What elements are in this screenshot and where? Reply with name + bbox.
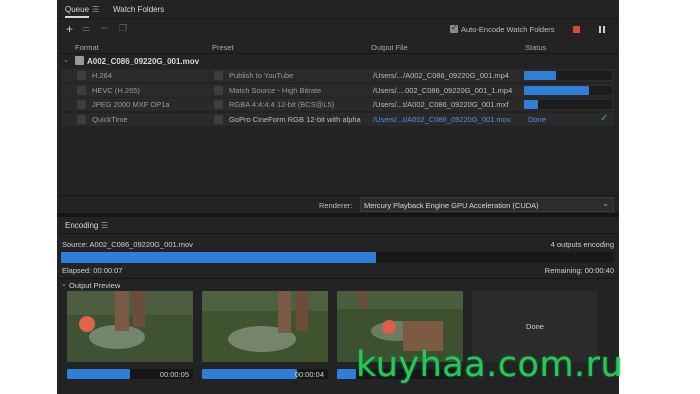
remove-icon[interactable]: − xyxy=(101,21,108,35)
preset-settings-icon[interactable]: ⚌ xyxy=(82,23,90,34)
encoding-divider xyxy=(57,233,619,234)
preview-progress-fill xyxy=(202,369,297,379)
auto-encode-checkbox[interactable]: ✓ xyxy=(450,23,458,33)
output-format[interactable]: H.264 xyxy=(92,71,112,80)
encoding-progress-track xyxy=(61,252,613,263)
column-output-file[interactable]: Output File xyxy=(371,43,408,52)
column-preset[interactable]: Preset xyxy=(212,43,234,52)
status-done: Done xyxy=(528,115,546,124)
output-file-path-link[interactable]: /Users/...t/A002_C086_09220G_001.mov xyxy=(373,115,511,124)
chevron-down-icon[interactable]: ⌄ xyxy=(61,280,67,288)
header-divider xyxy=(57,53,619,54)
add-icon[interactable]: + xyxy=(66,22,73,36)
done-checkmark-icon: ✓ xyxy=(600,113,609,124)
watermark: kuyhaa.com.ru xyxy=(356,345,624,385)
status-progress-track xyxy=(524,100,612,109)
remaining-time: Remaining: 00:00:40 xyxy=(544,266,614,275)
preview-time: 00:00:04 xyxy=(294,370,324,379)
encoding-source: Source: A002_C086_09220G_001.mov xyxy=(62,240,193,249)
preview-time: 00:00:05 xyxy=(159,370,189,379)
preset-dropdown-toggle[interactable] xyxy=(214,100,223,109)
output-preset[interactable]: GoPro CineForm RGB 12-bit with alpha xyxy=(229,115,361,124)
output-row[interactable]: QuickTime GoPro CineForm RGB 12-bit with… xyxy=(62,113,614,126)
column-format[interactable]: Format xyxy=(75,43,99,52)
output-preset[interactable]: Match Source - High Bitrate xyxy=(229,86,321,95)
preview-progress: 00:00:04 xyxy=(202,369,328,379)
encoding-title[interactable]: Encoding xyxy=(65,221,98,230)
output-preset[interactable]: RGBA 4:4:4:4 12-bit (BCS@L5) xyxy=(229,100,334,109)
encoding-menu-icon[interactable]: ☰ xyxy=(101,221,108,230)
output-preview-label[interactable]: Output Preview xyxy=(69,281,120,290)
output-file-path[interactable]: /Users/.../A002_C086_09220G_001.mp4 xyxy=(373,71,509,80)
preview-divider xyxy=(57,278,619,279)
video-file-icon xyxy=(75,56,84,65)
output-row[interactable]: JPEG 2000 MXF OP1a RGBA 4:4:4:4 12-bit (… xyxy=(62,98,614,111)
preview-thumbnail xyxy=(202,291,328,362)
stop-button[interactable] xyxy=(573,26,580,33)
output-format[interactable]: HEVC (H.265) xyxy=(92,86,140,95)
renderer-label: Renderer: xyxy=(319,201,353,210)
preset-dropdown-toggle[interactable] xyxy=(214,115,223,124)
tab-divider xyxy=(57,18,619,19)
output-file-path[interactable]: /Users/...t/A002_C086_09220G_001.mxf xyxy=(373,100,509,109)
renderer-value: Mercury Playback Engine GPU Acceleration… xyxy=(364,201,539,210)
preview-image xyxy=(202,291,328,362)
preview-image xyxy=(67,291,193,362)
status-progress-bar xyxy=(524,86,590,95)
output-row[interactable]: HEVC (H.265) Match Source - High Bitrate… xyxy=(62,84,614,97)
format-dropdown-toggle[interactable] xyxy=(77,86,86,95)
format-dropdown-toggle[interactable] xyxy=(77,115,86,124)
preset-dropdown-toggle[interactable] xyxy=(214,86,223,95)
tab-watch-folders[interactable]: Watch Folders xyxy=(113,5,164,14)
preview-progress-fill xyxy=(337,369,356,379)
output-format[interactable]: JPEG 2000 MXF OP1a xyxy=(92,100,170,109)
elapsed-time: Elapsed: 00:00:07 xyxy=(62,266,123,275)
chevron-down-icon[interactable]: ⌄ xyxy=(63,56,69,64)
pause-button[interactable] xyxy=(599,26,601,33)
status-progress-bar xyxy=(524,71,556,80)
renderer-divider xyxy=(57,195,619,196)
chevron-down-icon: ⌄ xyxy=(602,199,609,208)
preview-done-label: Done xyxy=(526,322,544,331)
renderer-select[interactable]: Mercury Playback Engine GPU Acceleration… xyxy=(360,197,614,212)
queue-menu-icon[interactable]: ☰ xyxy=(92,5,99,14)
encoding-output-count: 4 outputs encoding xyxy=(550,240,614,249)
output-file-path[interactable]: /Users/....002_C086_09220G_001_1.mp4 xyxy=(373,86,512,95)
status-progress-track xyxy=(524,71,612,80)
preview-progress: 00:00:05 xyxy=(67,369,193,379)
preset-dropdown-toggle[interactable] xyxy=(214,71,223,80)
output-format[interactable]: QuickTime xyxy=(92,115,128,124)
format-dropdown-toggle[interactable] xyxy=(77,100,86,109)
source-name[interactable]: A002_C086_09220G_001.mov xyxy=(87,57,199,66)
panel-divider xyxy=(57,213,619,217)
encoding-progress-bar xyxy=(61,252,376,263)
duplicate-icon[interactable]: ❐ xyxy=(119,23,127,34)
column-status[interactable]: Status xyxy=(525,43,546,52)
tab-queue[interactable]: Queue xyxy=(65,5,90,18)
pause-button-bar xyxy=(603,26,605,33)
preview-thumbnail xyxy=(67,291,193,362)
output-preset[interactable]: Publish to YouTube xyxy=(229,71,293,80)
media-encoder-window: Queue ☰ Watch Folders + ⚌ − ❐ ✓ Auto-Enc… xyxy=(57,0,619,394)
auto-encode-label: Auto-Encode Watch Folders xyxy=(461,25,555,34)
status-progress-track xyxy=(524,86,612,95)
output-row[interactable]: H.264 Publish to YouTube /Users/.../A002… xyxy=(62,69,614,82)
checkmark-icon: ✓ xyxy=(451,23,458,32)
format-dropdown-toggle[interactable] xyxy=(77,71,86,80)
status-progress-bar xyxy=(524,100,539,109)
preview-progress-fill xyxy=(67,369,130,379)
